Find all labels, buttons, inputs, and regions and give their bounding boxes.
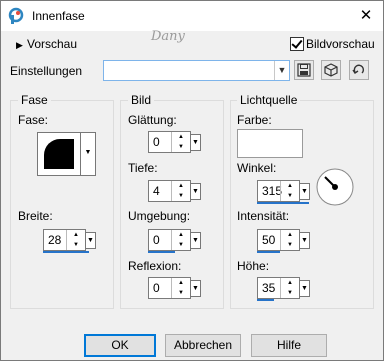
angle-slider-indicator [257,202,309,204]
smoothing-value: 0 [153,135,160,149]
cube-icon [324,63,338,77]
width-spinner[interactable]: 28 ▲ ▼ ▼ [43,229,96,251]
intensity-slider-popout[interactable]: ▼ [299,232,310,249]
depth-stepper[interactable]: ▲ ▼ [171,181,190,201]
intensity-value: 50 [262,233,276,247]
reflection-stepper[interactable]: ▲ ▼ [171,278,190,298]
settings-label: Einstellungen [10,64,83,78]
width-stepper[interactable]: ▲ ▼ [66,230,85,250]
depth-slider-popout[interactable]: ▼ [190,183,201,200]
save-preset-button[interactable] [294,60,314,80]
ambient-slider-popout[interactable]: ▼ [190,232,201,249]
smoothing-slider-popout[interactable]: ▼ [190,134,201,151]
intensity-stepper[interactable]: ▲ ▼ [280,230,299,250]
light-color-swatch[interactable] [237,129,303,158]
smoothing-stepper[interactable]: ▲ ▼ [171,132,190,152]
settings-dropdown[interactable]: ▼ [103,60,290,81]
image-preview-label: Bildvorschau [306,37,375,51]
intensity-spinner[interactable]: 50 ▲ ▼ ▼ [257,229,310,251]
manage-presets-button[interactable] [321,60,341,80]
width-slider-popout[interactable]: ▼ [85,232,96,249]
dialog-window: Innenfase ✕ ▶ Vorschau Dany Bildvorschau… [0,0,384,361]
height-slider-indicator [257,299,274,301]
height-spinner[interactable]: 35 ▲ ▼ ▼ [257,277,310,299]
paintshop-app-icon [8,7,26,25]
width-label: Breite: [18,209,53,223]
bild-group-title: Bild [128,93,155,107]
reset-arrow-icon [352,64,365,74]
expand-triangle-icon[interactable]: ▶ [16,40,23,51]
reflection-spinner[interactable]: 0 ▲ ▼ ▼ [148,277,201,299]
height-stepper[interactable]: ▲ ▼ [280,278,299,298]
angle-slider-popout[interactable]: ▼ [299,183,310,200]
help-button[interactable]: Hilfe [251,334,327,357]
depth-label: Tiefe: [128,161,158,175]
preview-toggle[interactable]: Vorschau [27,37,77,51]
ambient-stepper[interactable]: ▲ ▼ [171,230,190,250]
reset-button[interactable] [349,60,369,80]
color-label: Farbe: [237,113,272,127]
window-title: Innenfase [32,9,85,23]
ok-button[interactable]: OK [84,334,156,357]
height-label: Höhe: [237,259,270,273]
smoothing-label: Glättung: [128,113,177,127]
bevel-shape-preview[interactable] [37,132,81,176]
angle-spinner[interactable]: 315 ▲ ▼ ▼ [257,180,310,202]
intensity-slider-indicator [257,251,280,253]
image-preview-checkbox[interactable] [290,37,304,51]
height-slider-popout[interactable]: ▼ [299,280,310,297]
lichtquelle-group-title: Lichtquelle [237,93,301,107]
title-bar: Innenfase ✕ [1,1,383,31]
width-slider-indicator [43,251,89,253]
bevel-shape-dropdown[interactable]: ▼ [80,132,96,176]
cancel-button[interactable]: Abbrechen [165,334,241,357]
ambient-spinner[interactable]: 0 ▲ ▼ ▼ [148,229,201,251]
save-disk-icon [297,63,311,77]
depth-spinner[interactable]: 4 ▲ ▼ ▼ [148,180,201,202]
ambient-label: Umgebung: [128,209,191,223]
angle-label: Winkel: [237,161,277,175]
watermark-signature: Dany [151,29,185,44]
angle-dial-icon[interactable] [315,167,355,207]
chevron-down-icon[interactable]: ▼ [274,61,289,80]
smoothing-spinner[interactable]: 0 ▲ ▼ ▼ [148,131,201,153]
width-value: 28 [48,233,62,247]
close-icon[interactable]: ✕ [349,1,383,31]
angle-stepper[interactable]: ▲ ▼ [280,181,299,201]
fase-label: Fase: [18,113,49,127]
depth-value: 4 [153,184,160,198]
ambient-slider-indicator [148,251,175,253]
fase-group-title: Fase [18,93,51,107]
intensity-label: Intensität: [237,209,290,223]
reflection-value: 0 [153,281,160,295]
bevel-shape-icon [44,139,74,169]
reflection-label: Reflexion: [128,259,182,273]
height-value: 35 [262,281,276,295]
reflection-slider-popout[interactable]: ▼ [190,280,201,297]
ambient-value: 0 [153,233,160,247]
